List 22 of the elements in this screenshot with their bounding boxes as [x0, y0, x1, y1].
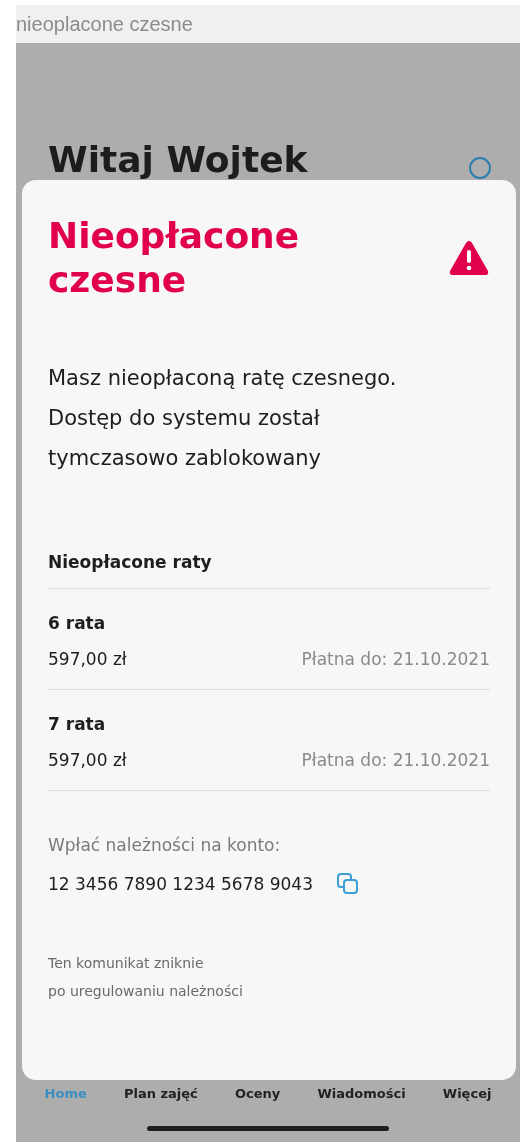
- installment-amount: 597,00 zł: [48, 649, 127, 669]
- greeting-heading: Witaj Wojtek: [48, 140, 308, 180]
- account-label: Wpłać należności na konto:: [48, 835, 282, 855]
- copy-icon[interactable]: [335, 871, 361, 897]
- account-number: 12 3456 7890 1234 5678 9043: [48, 874, 313, 894]
- due-date: Płatna do: 21.10.2021: [301, 649, 490, 669]
- modal-title: Nieopłacone czesne: [48, 214, 301, 302]
- message-text: Masz nieopłaconą ratę czesnego. Dostęp do systemu został tymczasowo zablokowany: [48, 365, 398, 472]
- warning-icon: [448, 239, 490, 277]
- section-title: Nieopłacone raty: [48, 552, 490, 589]
- window-title: nieoplacone czesne: [16, 12, 193, 36]
- nav-tab[interactable]: Plan zajęć: [123, 1085, 198, 1101]
- footer-note: po uregulowaniu należności: [48, 983, 244, 999]
- nav-tab[interactable]: Oceny: [234, 1085, 281, 1101]
- due-date: Płatna do: 21.10.2021: [301, 750, 490, 770]
- installment-amount: 597,00 zł: [48, 750, 127, 770]
- installment-name: 7 rata: [48, 714, 107, 734]
- home-indicator[interactable]: [147, 1126, 389, 1131]
- nav-tab[interactable]: Wiadomości: [317, 1085, 406, 1101]
- nav-tab[interactable]: Więcej: [442, 1085, 492, 1101]
- installment-name: 6 rata: [48, 613, 107, 633]
- footer-note: Ten komunikat zniknie: [48, 955, 205, 971]
